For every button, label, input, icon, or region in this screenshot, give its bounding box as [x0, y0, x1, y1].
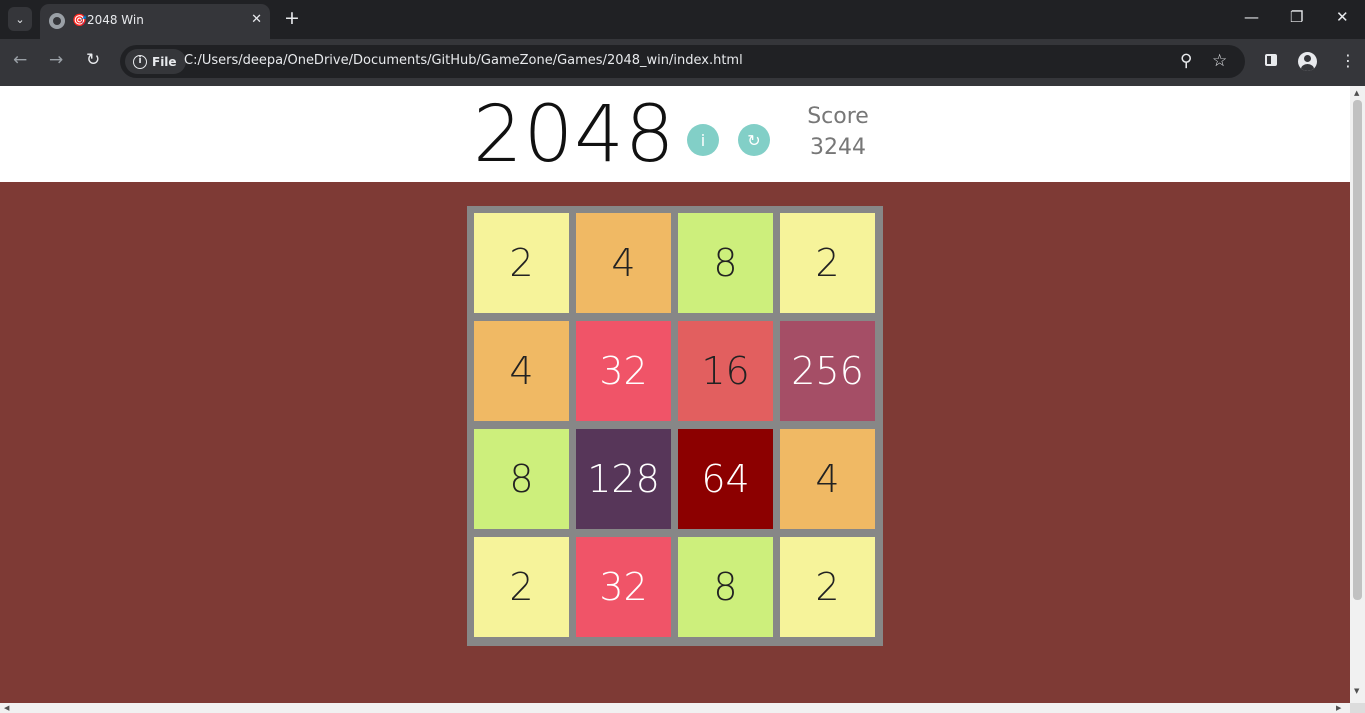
page-viewport: 2048 i ↻ Score 3244 2 4 8 2 4 32 16 256 8 128 64 4 2… [0, 86, 1350, 703]
tile: 4 [474, 321, 569, 421]
tile: 32 [576, 321, 671, 421]
star-icon[interactable]: ☆ [1212, 51, 1227, 71]
restart-button[interactable]: ↻ [738, 124, 770, 156]
game-title: 2048 [473, 90, 676, 180]
new-tab-button[interactable]: + [284, 8, 300, 28]
tile: 4 [576, 213, 671, 313]
vertical-scroll-thumb[interactable] [1353, 100, 1362, 600]
tile: 32 [576, 537, 671, 637]
close-icon[interactable]: ✕ [251, 12, 262, 27]
globe-icon [49, 13, 65, 29]
tile: 8 [678, 537, 773, 637]
scroll-left-icon[interactable]: ◀ [4, 704, 9, 712]
tab-title: 🎯2048 Win [72, 13, 144, 27]
profile-icon[interactable] [1298, 52, 1317, 71]
tab-search-icon[interactable]: ⌄ [8, 7, 32, 31]
back-icon[interactable]: ← [13, 50, 27, 70]
tile: 16 [678, 321, 773, 421]
site-info-chip[interactable]: i File [125, 49, 186, 74]
tile: 2 [474, 537, 569, 637]
reload-icon[interactable]: ↻ [86, 50, 100, 70]
minimize-icon[interactable]: — [1244, 8, 1259, 26]
browser-tab[interactable]: 🎯2048 Win ✕ [40, 4, 270, 39]
scrollbar-corner [1350, 703, 1365, 713]
scroll-up-icon[interactable]: ▲ [1354, 89, 1359, 97]
browser-toolbar: ← → ↻ i File C:/Users/deepa/OneDrive/Doc… [0, 39, 1365, 86]
tab-strip: ⌄ 🎯2048 Win ✕ + — ❐ ✕ [0, 0, 1365, 39]
tile: 2 [780, 537, 875, 637]
tile: 2 [474, 213, 569, 313]
forward-icon[interactable]: → [49, 50, 63, 70]
info-icon: i [133, 54, 147, 69]
tile: 4 [780, 429, 875, 529]
scroll-down-icon[interactable]: ▼ [1354, 687, 1359, 695]
tile: 8 [474, 429, 569, 529]
address-bar[interactable]: i File C:/Users/deepa/OneDrive/Documents… [120, 45, 1245, 78]
info-button[interactable]: i [687, 124, 719, 156]
tile: 8 [678, 213, 773, 313]
site-info-label: File [152, 54, 177, 69]
game-header: 2048 i ↻ Score 3244 [0, 86, 1350, 182]
tile: 2 [780, 213, 875, 313]
side-panel-icon[interactable] [1265, 54, 1277, 66]
score-label: Score [807, 104, 869, 129]
tile: 128 [576, 429, 671, 529]
vertical-scrollbar[interactable]: ▲ ▼ [1350, 86, 1365, 703]
tile: 256 [780, 321, 875, 421]
zoom-icon[interactable]: ⚲ [1180, 51, 1192, 71]
score-value: 3244 [810, 135, 866, 160]
window-close-icon[interactable]: ✕ [1336, 8, 1349, 26]
url-text[interactable]: C:/Users/deepa/OneDrive/Documents/GitHub… [184, 53, 743, 68]
horizontal-scrollbar[interactable]: ◀ ▶ [0, 703, 1350, 713]
game-board[interactable]: 2 4 8 2 4 32 16 256 8 128 64 4 2 32 8 2 [467, 206, 883, 646]
scroll-right-icon[interactable]: ▶ [1336, 704, 1341, 712]
menu-icon[interactable]: ⋮ [1340, 51, 1356, 70]
restore-icon[interactable]: ❐ [1290, 8, 1303, 26]
tile: 64 [678, 429, 773, 529]
